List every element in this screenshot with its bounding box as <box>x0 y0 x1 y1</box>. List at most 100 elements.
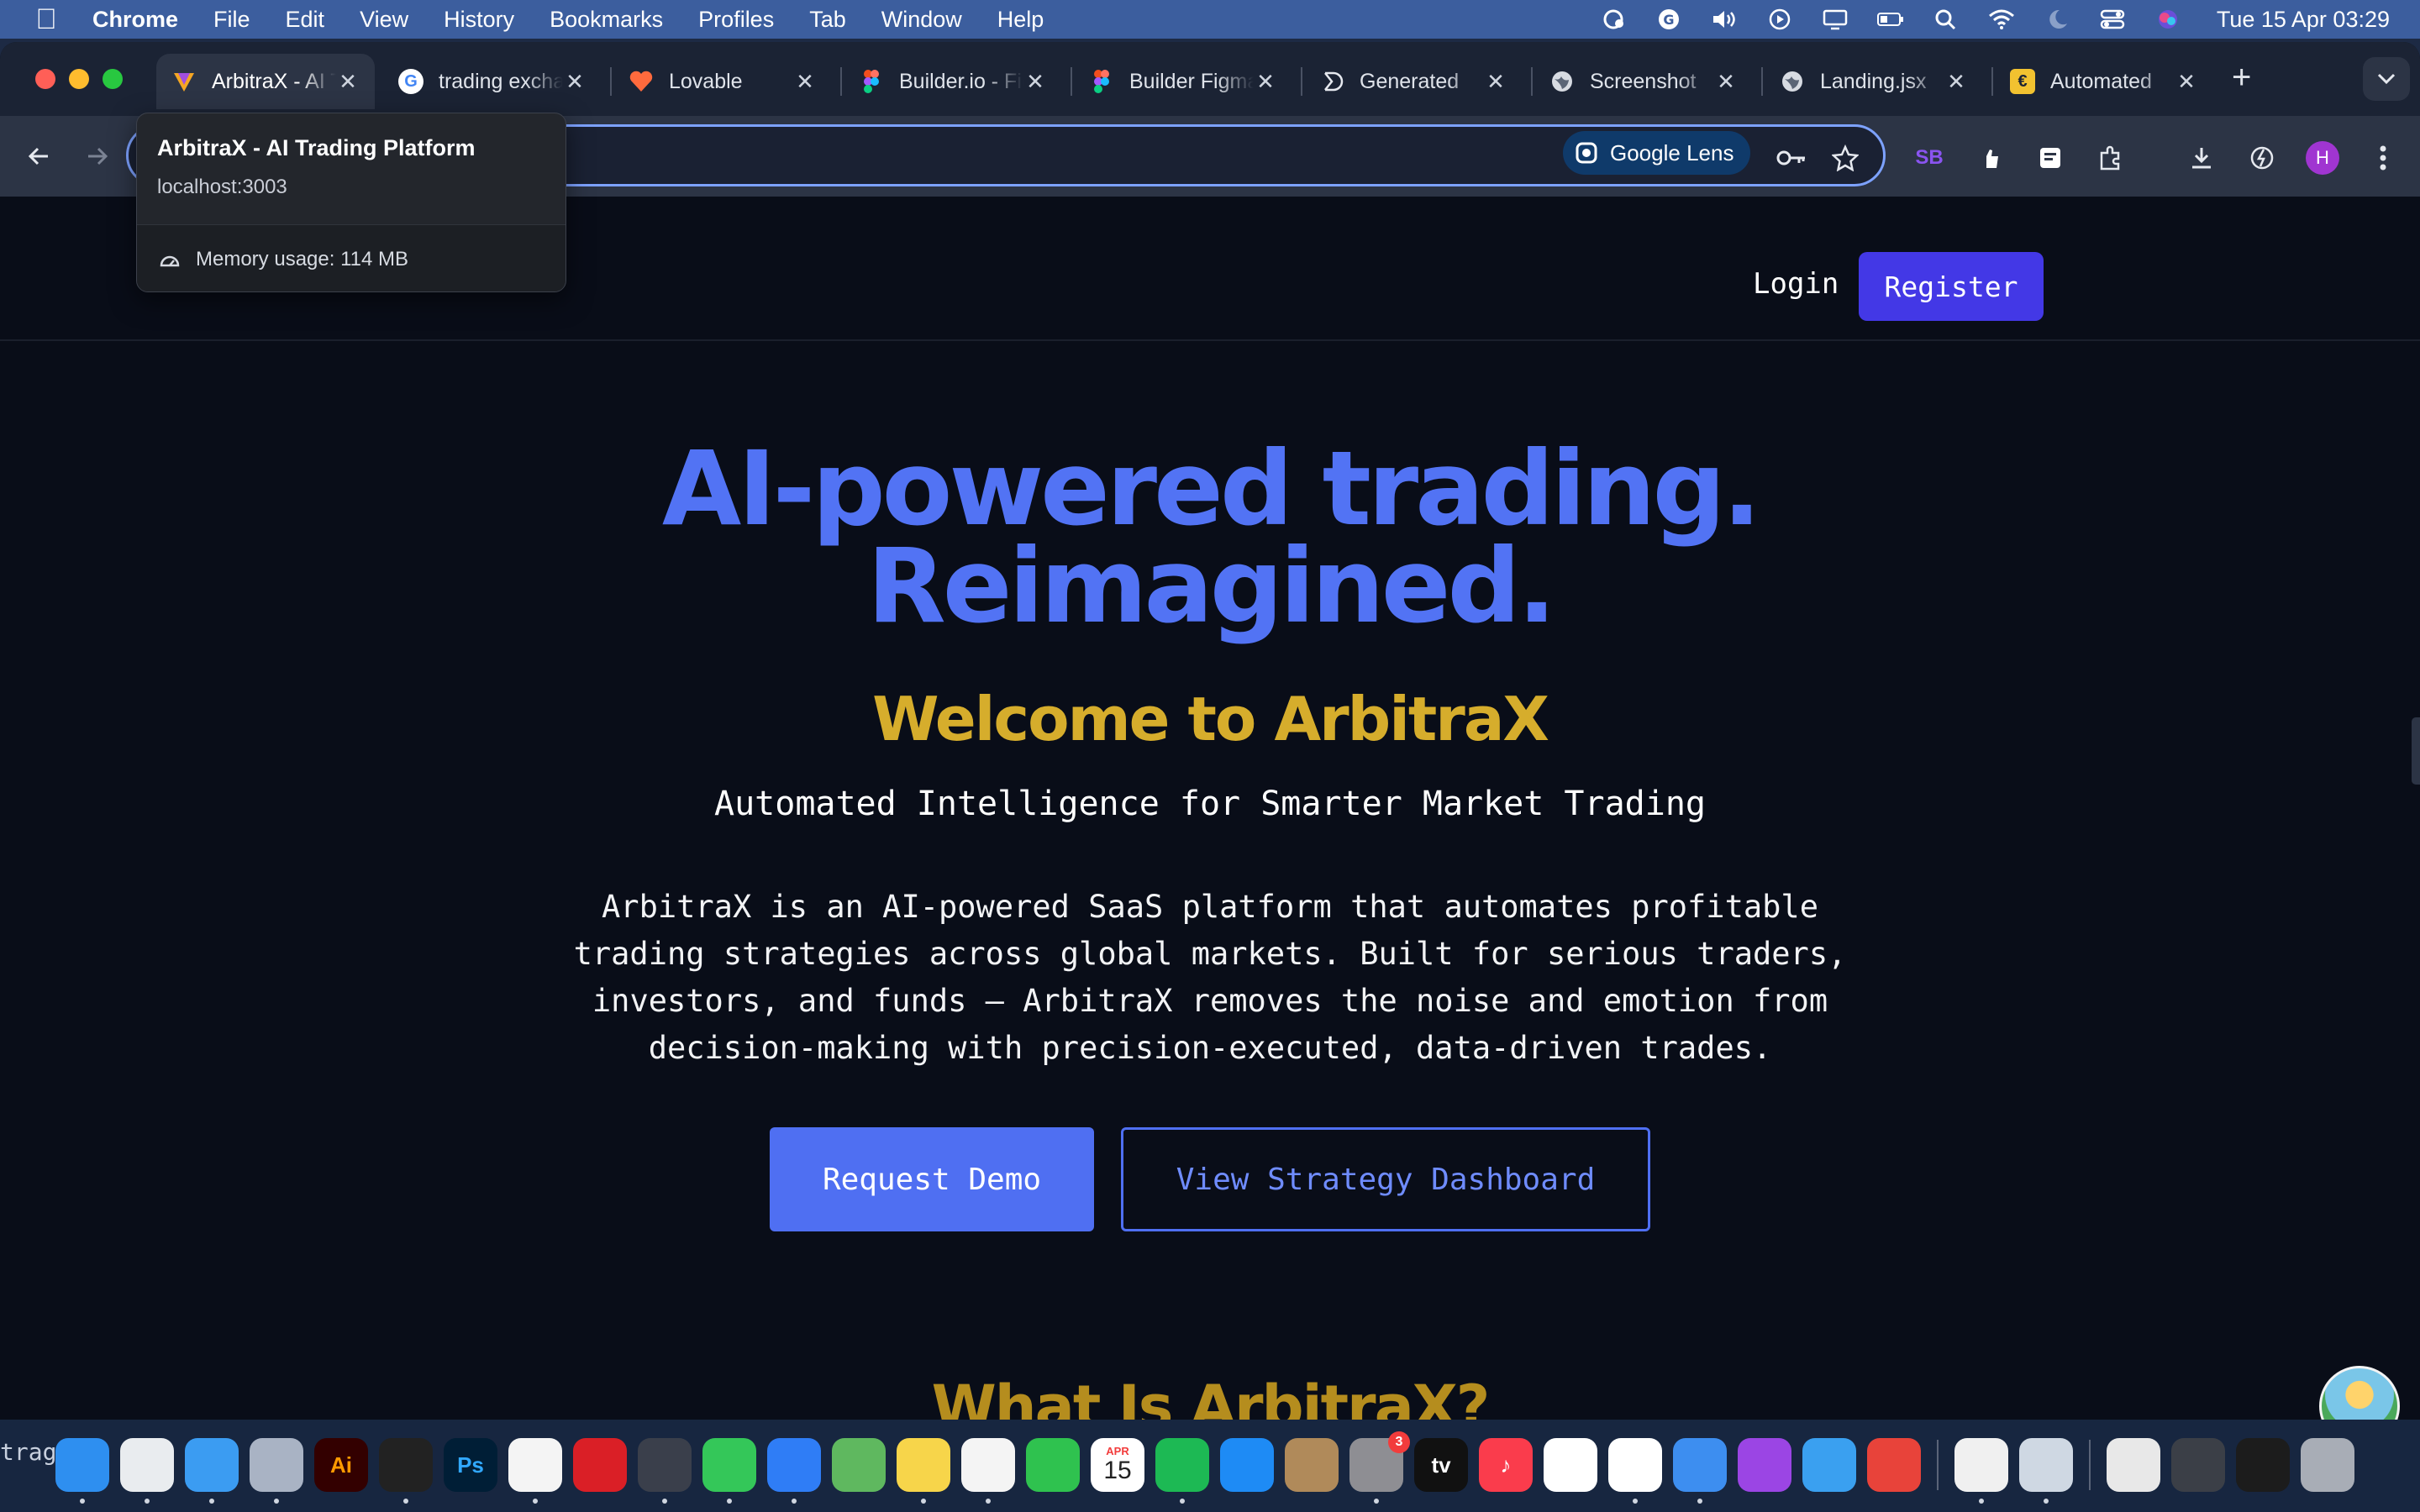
menu-profiles[interactable]: Profiles <box>698 7 774 33</box>
tab-close-icon[interactable]: ✕ <box>2175 69 2198 95</box>
view-strategy-dashboard-button[interactable]: View Strategy Dashboard <box>1121 1127 1650 1231</box>
tab-builder-figma[interactable]: Builder Figma ✕ <box>1074 54 1292 109</box>
password-key-icon[interactable] <box>1775 141 1808 175</box>
bookmark-star-icon[interactable] <box>1828 141 1862 175</box>
siri-icon[interactable] <box>2153 7 2183 32</box>
dock-creative-cloud-icon[interactable] <box>573 1438 627 1492</box>
display-icon[interactable] <box>1820 7 1850 32</box>
menu-app-name[interactable]: Chrome <box>92 7 178 33</box>
back-arrow-icon[interactable] <box>22 139 55 173</box>
dock-news-icon[interactable] <box>1544 1438 1597 1492</box>
menu-view[interactable]: View <box>360 7 408 33</box>
dock-apple-tv-icon[interactable]: tv <box>1414 1438 1468 1492</box>
battery-icon[interactable] <box>1876 7 1906 32</box>
request-demo-button[interactable]: Request Demo <box>770 1127 1094 1231</box>
dock-preview-icon[interactable] <box>2019 1438 2073 1504</box>
dock-launchpad-icon[interactable] <box>250 1438 303 1504</box>
grammarly-icon[interactable]: G <box>1654 7 1684 32</box>
menu-tab[interactable]: Tab <box>809 7 846 33</box>
dock-trash-icon[interactable] <box>2301 1438 2354 1492</box>
tab-lovable[interactable]: Lovable ✕ <box>613 54 832 109</box>
dock-screenshot-app-icon[interactable] <box>638 1438 692 1504</box>
window-zoom-button[interactable] <box>103 69 123 89</box>
dock-podcasts-icon[interactable] <box>1738 1438 1791 1492</box>
window-minimize-button[interactable] <box>69 69 89 89</box>
tab-trading-exchange[interactable]: G trading exchange ✕ <box>383 54 602 109</box>
macos-dock: Ai Ps APR 15 3 tv ♪ <box>55 1430 2354 1504</box>
chrome-menu-kebab-icon[interactable] <box>2366 141 2400 175</box>
login-link[interactable]: Login <box>1753 267 1839 301</box>
apple-menu-icon[interactable]:  <box>0 3 92 36</box>
dock-spotify-icon[interactable] <box>1155 1438 1209 1504</box>
creative-cloud-status-icon[interactable] <box>1598 7 1628 32</box>
dock-safari-icon[interactable] <box>185 1438 239 1504</box>
menu-bookmarks[interactable]: Bookmarks <box>550 7 663 33</box>
tab-search-chevron-icon[interactable] <box>2363 57 2410 101</box>
dock-keyboard-viewer-icon[interactable] <box>2171 1438 2225 1492</box>
tab-close-icon[interactable]: ✕ <box>1714 69 1738 95</box>
dock-document-stack-icon[interactable] <box>2107 1438 2160 1492</box>
dock-speakerdeck-icon[interactable] <box>1867 1438 1921 1492</box>
dock-finder-icon[interactable] <box>55 1438 109 1504</box>
dock-chrome-icon[interactable] <box>120 1438 174 1504</box>
tab-arbitrax[interactable]: ArbitraX - AI Trading Platform ✕ <box>156 54 375 109</box>
dock-system-settings-icon[interactable]: 3 <box>1349 1431 1410 1504</box>
dock-weather-icon[interactable] <box>1802 1438 1856 1492</box>
dock-passwords-icon[interactable] <box>1673 1438 1727 1504</box>
page-scroll-handle[interactable] <box>2412 717 2420 785</box>
tab-close-icon[interactable]: ✕ <box>1484 69 1507 95</box>
extensions-puzzle-icon[interactable] <box>2094 141 2128 175</box>
menu-bar-clock[interactable]: Tue 15 Apr 03:29 <box>2217 7 2390 33</box>
tab-builder-io[interactable]: Builder.io - Figma ✕ <box>844 54 1062 109</box>
sb-extension-icon[interactable]: SB <box>1912 141 1946 175</box>
dock-freeform-icon[interactable] <box>961 1438 1015 1504</box>
control-center-icon[interactable] <box>2097 7 2128 32</box>
dock-music-icon[interactable]: ♪ <box>1479 1438 1533 1492</box>
dock-photos-icon[interactable] <box>508 1438 562 1504</box>
dock-mail-icon[interactable] <box>767 1438 821 1504</box>
new-tab-plus-icon[interactable]: + <box>2232 59 2251 97</box>
tab-generated[interactable]: Generated ✕ <box>1304 54 1523 109</box>
dock-photoshop-icon[interactable]: Ps <box>444 1438 497 1492</box>
performance-icon[interactable] <box>2245 141 2279 175</box>
tab-close-icon[interactable]: ✕ <box>1023 69 1047 95</box>
window-close-button[interactable] <box>35 69 55 89</box>
dock-notes-icon[interactable] <box>897 1438 950 1504</box>
play-icon[interactable] <box>1765 7 1795 32</box>
dock-textedit-icon[interactable] <box>1954 1438 2008 1504</box>
tab-close-icon[interactable]: ✕ <box>1254 69 1277 95</box>
spotlight-search-icon[interactable] <box>1931 7 1961 32</box>
dock-facetime-icon[interactable] <box>1026 1438 1080 1492</box>
register-button[interactable]: Register <box>1859 252 2044 321</box>
tab-close-icon[interactable]: ✕ <box>336 69 360 95</box>
menu-file[interactable]: File <box>213 7 250 33</box>
dock-messages-icon[interactable] <box>702 1438 756 1504</box>
tab-automated[interactable]: € Automated ✕ <box>1995 54 2213 109</box>
tab-close-icon[interactable]: ✕ <box>563 69 587 95</box>
reader-extension-icon[interactable] <box>2033 141 2067 175</box>
profile-avatar[interactable]: H <box>2306 141 2339 175</box>
google-lens-button[interactable]: Google Lens <box>1563 131 1751 175</box>
wifi-icon[interactable] <box>1986 7 2017 32</box>
menu-window[interactable]: Window <box>881 7 962 33</box>
download-icon[interactable] <box>2185 141 2218 175</box>
dock-calendar-icon[interactable]: APR 15 <box>1091 1438 1144 1492</box>
menu-help[interactable]: Help <box>997 7 1044 33</box>
dock-illustrator-icon[interactable]: Ai <box>314 1438 368 1492</box>
hand-extension-icon[interactable] <box>1975 141 2008 175</box>
tab-landing-jsx[interactable]: Landing.jsx ✕ <box>1765 54 1983 109</box>
dock-cursor-icon[interactable] <box>379 1438 433 1504</box>
dock-app-store-icon[interactable] <box>1220 1438 1274 1492</box>
tab-close-icon[interactable]: ✕ <box>1944 69 1968 95</box>
forward-arrow-icon[interactable] <box>81 139 114 173</box>
menu-edit[interactable]: Edit <box>286 7 325 33</box>
focus-moon-icon[interactable] <box>2042 7 2072 32</box>
volume-icon[interactable] <box>1709 7 1739 32</box>
dock-capcut-icon[interactable] <box>1608 1438 1662 1504</box>
dock-contacts-icon[interactable] <box>1285 1438 1339 1492</box>
menu-history[interactable]: History <box>444 7 514 33</box>
tab-close-icon[interactable]: ✕ <box>793 69 817 95</box>
dock-maps-icon[interactable] <box>832 1438 886 1492</box>
tab-screenshot[interactable]: Screenshot ✕ <box>1534 54 1753 109</box>
dock-terminal-window-icon[interactable] <box>2236 1438 2290 1492</box>
